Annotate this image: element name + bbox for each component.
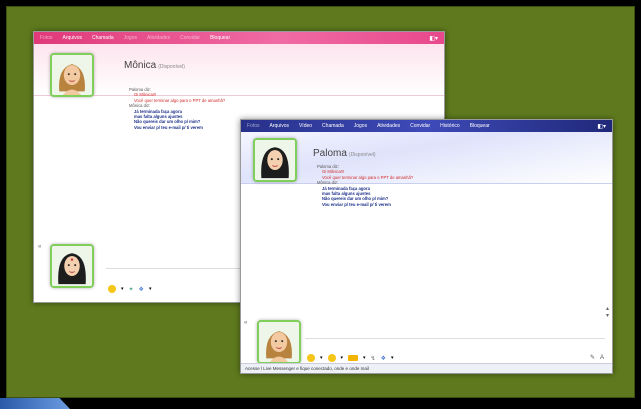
emoticon-icon[interactable] xyxy=(307,354,315,362)
status-bar: Acesse l Live Messenger e fique conectad… xyxy=(241,363,612,373)
woman-black-hair-icon xyxy=(52,246,92,286)
taskbar-corner xyxy=(0,398,70,409)
font-toolbar: ✎ A xyxy=(590,354,604,362)
pen-icon[interactable]: ✎ xyxy=(590,354,595,361)
menu-item-convidar[interactable]: Convidar xyxy=(410,123,430,129)
menu-item-fotos[interactable]: Fotos xyxy=(40,35,53,41)
window-options-icon[interactable]: ◧▾ xyxy=(597,123,606,130)
conversation-log: Paloma diz: Oi Mônica!!! Você quer termi… xyxy=(317,164,413,207)
menu-item-arquivos[interactable]: Arquivos xyxy=(63,35,82,41)
scroll-arrows-icon[interactable]: ▴ ▾ xyxy=(606,305,609,319)
message-line: Vou enviar p/ teu e-mail p/ ti verem xyxy=(322,201,391,207)
contact-header: Paloma (Disponível) xyxy=(241,132,612,184)
contact-status: (Disponível) xyxy=(348,152,376,158)
menu-bar: Fotos Arquivos Vídeo Chamada Jogos Ativi… xyxy=(241,120,612,132)
woman-brown-hair-icon xyxy=(52,55,92,95)
menu-item-convidar[interactable]: Convidar xyxy=(180,35,200,41)
menu-item-bloquear[interactable]: Bloquear xyxy=(210,35,230,41)
voice-clip-icon[interactable] xyxy=(348,355,359,361)
menu-item-arquivos[interactable]: Arquivos xyxy=(270,123,289,129)
wink-icon[interactable] xyxy=(327,354,336,362)
nudge-icon[interactable]: ↯ xyxy=(371,355,376,362)
contact-avatar[interactable] xyxy=(253,138,297,182)
menu-item-video[interactable]: Vídeo xyxy=(299,123,312,129)
menu-item-bloquear[interactable]: Bloquear xyxy=(470,123,490,129)
menu-item-atividades[interactable]: Atividades xyxy=(147,35,170,41)
message-input[interactable] xyxy=(305,338,605,352)
message-line: Vou enviar p/ teu e-mail p/ ti verem xyxy=(134,124,203,130)
menu-item-chamada[interactable]: Chamada xyxy=(322,123,344,129)
contact-name: Mônica (Disponível) xyxy=(124,60,185,71)
contact-header: Mônica (Disponível) xyxy=(34,44,444,97)
conversation-log: Paloma diz: Oi Mônica!!! Você quer termi… xyxy=(129,87,225,130)
font-icon[interactable]: A xyxy=(600,355,604,361)
menu-item-fotos[interactable]: Fotos xyxy=(247,123,260,129)
own-avatar[interactable] xyxy=(50,244,94,288)
menu-item-jogos[interactable]: Jogos xyxy=(354,123,367,129)
collapse-arrow-icon[interactable]: « xyxy=(244,320,247,326)
menu-bar: Fotos Arquivos Chamada Jogos Atividades … xyxy=(34,32,444,44)
background-icon[interactable]: ❖ xyxy=(381,355,386,362)
format-toolbar: ▾ ✦ ❖ ▾ xyxy=(108,285,151,293)
own-avatar[interactable] xyxy=(257,320,301,364)
menu-item-atividades[interactable]: Atividades xyxy=(377,123,400,129)
emoticon-icon[interactable] xyxy=(108,285,116,293)
nudge-icon[interactable]: ❖ xyxy=(139,286,144,293)
contact-avatar[interactable] xyxy=(50,53,94,97)
collapse-arrow-icon[interactable]: « xyxy=(38,244,41,250)
woman-brown-hair-icon xyxy=(259,322,299,362)
woman-black-hair-icon xyxy=(255,140,295,180)
menu-item-jogos[interactable]: Jogos xyxy=(124,35,137,41)
contact-status: (Disponível) xyxy=(158,64,185,70)
contact-name: Paloma (Disponível) xyxy=(313,148,376,159)
menu-item-chamada[interactable]: Chamada xyxy=(92,35,114,41)
menu-item-historico[interactable]: Histórico xyxy=(440,123,459,129)
wink-icon[interactable]: ✦ xyxy=(129,286,134,293)
window-options-icon[interactable]: ◧▾ xyxy=(429,35,438,42)
format-toolbar: ▾ ▾ ▾ ↯ ❖ ▾ xyxy=(307,354,393,362)
chat-window-paloma[interactable]: Fotos Arquivos Vídeo Chamada Jogos Ativi… xyxy=(240,119,613,374)
